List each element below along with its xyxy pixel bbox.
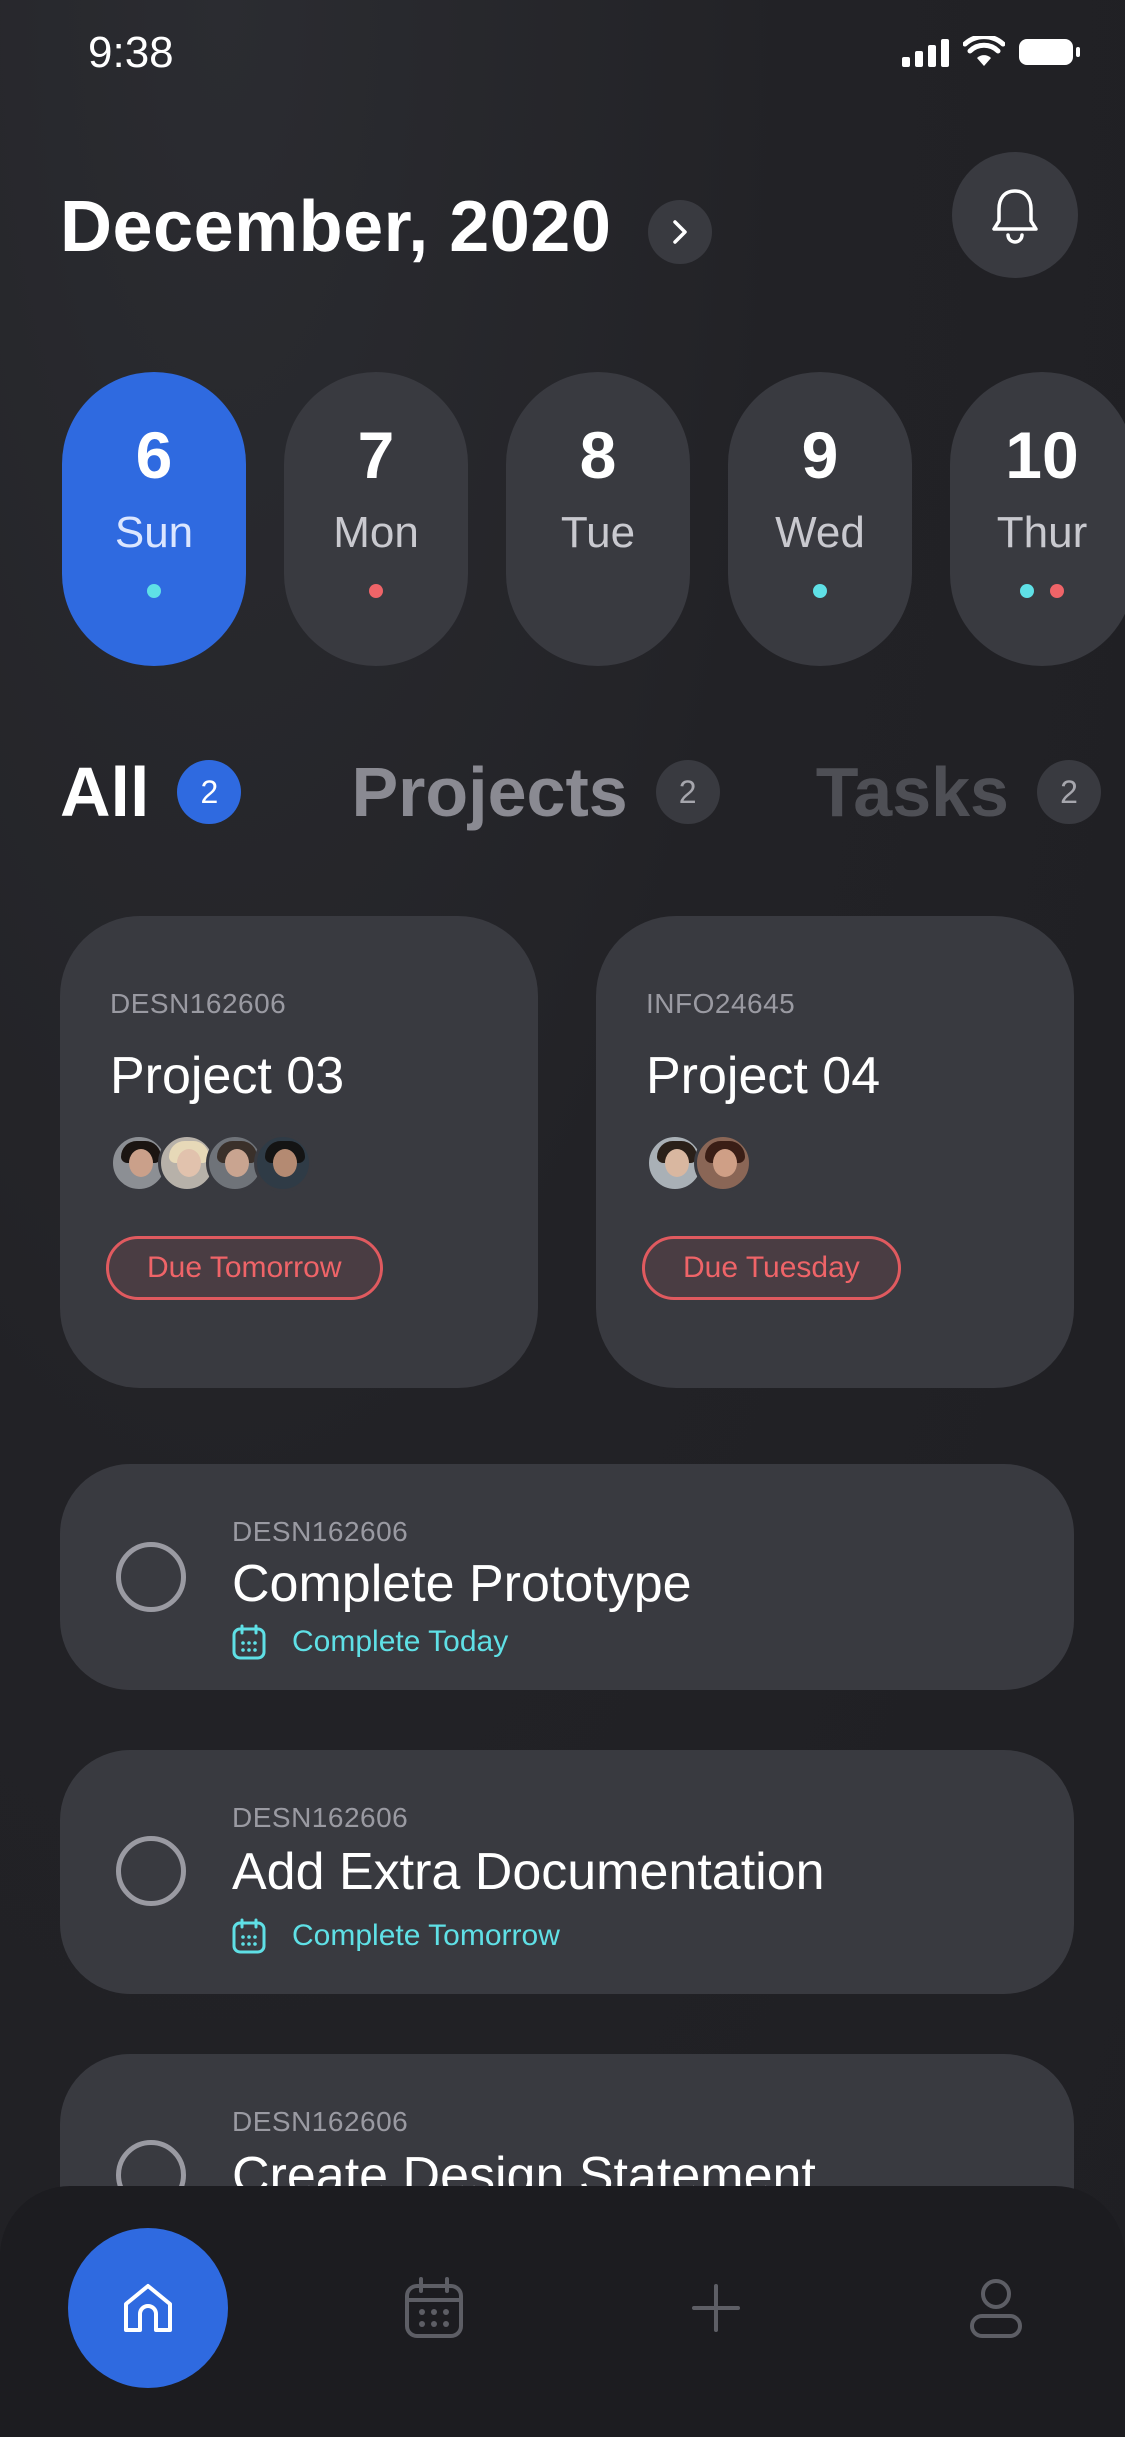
due-badge: Due Tomorrow [106,1236,383,1300]
day-name: Tue [560,508,636,557]
status-icons [902,36,1080,68]
tab-label: Projects [351,753,628,831]
status-time: 9:38 [88,28,174,77]
nav-profile[interactable] [916,2228,1076,2388]
task-code: DESN162606 [232,1516,409,1547]
event-dot [369,584,383,598]
filter-tabs: All 2 Projects 2 Tasks 2 [60,752,1101,832]
task-title: Add Extra Documentation [232,1843,825,1901]
signal-icon [902,37,949,67]
day-selector: 6 Sun 7 Mon 8 Tue 9 Wed 10 Thur [62,372,1125,666]
tab-label: Tasks [815,753,1009,831]
home-icon [124,2284,172,2332]
task-due-text: Complete Today [292,1625,509,1658]
task-meta: Complete Today [232,1624,508,1660]
project-code: INFO24645 [646,988,796,1019]
notifications-button[interactable] [952,152,1078,278]
tab-count-badge: 2 [655,760,720,824]
tab-count-badge: 2 [1037,760,1101,824]
calendar-icon [405,2277,463,2338]
task-due-text: Complete Tomorrow [292,1919,560,1952]
calendar-icon [232,1624,266,1660]
wifi-icon [963,36,1005,66]
tab-projects[interactable]: Projects 2 [351,752,720,832]
task-checkbox[interactable] [116,1836,186,1906]
day-item-mon[interactable]: 7 Mon [284,372,468,666]
calendar-icon [232,1918,266,1954]
project-title: Project 03 [110,1047,345,1105]
day-item-thur[interactable]: 10 Thur [950,372,1125,666]
event-dots [813,584,827,598]
day-name: Mon [333,508,419,557]
day-number: 7 [357,418,395,492]
tab-all[interactable]: All 2 [60,752,242,832]
event-dots [369,584,383,598]
profile-icon [970,2279,1022,2338]
project-card[interactable]: DESN162606 Project 03 Due Tomorrow [60,916,538,1388]
day-number: 10 [1005,418,1079,492]
chevron-right-icon [673,220,687,244]
project-title: Project 04 [646,1047,881,1105]
member-avatars [646,1134,1074,1192]
day-number: 6 [135,418,173,492]
nav-home[interactable] [68,2228,228,2388]
task-card[interactable]: DESN162606 Add Extra Documentation Compl… [60,1750,1074,1994]
event-dot [1020,584,1034,598]
task-meta: Complete Tomorrow [232,1918,560,1954]
avatar [694,1134,752,1192]
day-item-tue[interactable]: 8 Tue [506,372,690,666]
nav-add[interactable] [636,2228,796,2388]
day-name: Sun [114,508,194,557]
event-dot [1050,584,1064,598]
member-avatars [110,1134,538,1192]
day-name: Thur [996,508,1088,557]
day-number: 9 [801,418,839,492]
task-checkbox[interactable] [116,1542,186,1612]
battery-icon [1019,39,1080,65]
day-item-sun[interactable]: 6 Sun [62,372,246,666]
tab-label: All [60,753,150,831]
task-card[interactable]: DESN162606 Complete Prototype Complete T… [60,1464,1074,1690]
app-screen: 9:38 December, 2020 6 Sun 7 Mon 8 Tue 9 … [0,0,1125,2437]
next-month-button[interactable] [648,200,712,264]
project-card[interactable]: INFO24645 Project 04 Due Tuesday [596,916,1074,1388]
event-dot [147,584,161,598]
due-badge: Due Tuesday [642,1236,901,1300]
event-dots [147,584,161,598]
task-code: DESN162606 [232,1802,409,1833]
event-dots [1020,584,1064,598]
day-item-wed[interactable]: 9 Wed [728,372,912,666]
tab-count-badge: 2 [177,760,242,824]
task-code: DESN162606 [232,2106,409,2137]
task-title: Complete Prototype [232,1555,692,1613]
avatar [254,1134,312,1192]
bottom-navigation [0,2186,1125,2437]
bell-icon [992,189,1038,244]
plus-icon [692,2284,740,2332]
event-dot [813,584,827,598]
project-code: DESN162606 [110,988,287,1019]
day-name: Wed [775,508,865,557]
nav-calendar[interactable] [354,2228,514,2388]
month-title: December, 2020 [60,187,612,267]
day-number: 8 [579,418,617,492]
tab-tasks[interactable]: Tasks 2 [816,752,1101,832]
